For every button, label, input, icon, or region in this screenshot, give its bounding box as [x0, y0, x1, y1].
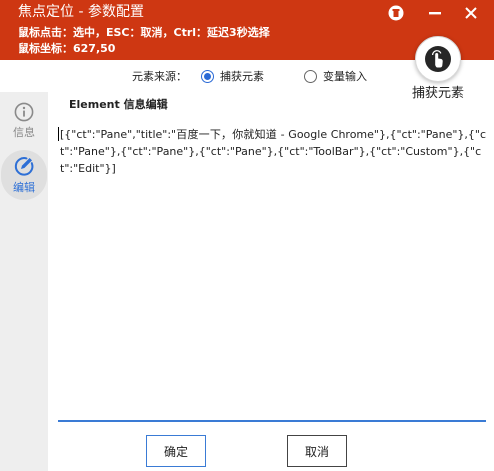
- pin-button[interactable]: [386, 3, 406, 23]
- close-icon: [465, 7, 477, 19]
- radio-unchecked-icon: [304, 69, 317, 83]
- text-cursor: [58, 127, 59, 141]
- editor-content[interactable]: [{"ct":"Pane","title":"百度一下，你就知道 - Googl…: [60, 126, 486, 177]
- pin-icon: [388, 5, 404, 21]
- radio-variable-input[interactable]: 变量输入: [304, 68, 367, 84]
- edit-icon: [14, 157, 34, 176]
- capture-element-label: 捕获元素: [411, 86, 464, 101]
- info-icon: [14, 102, 34, 122]
- minimize-button[interactable]: [425, 3, 445, 23]
- radio-variable-input-label: 变量输入: [323, 70, 367, 83]
- sidebar-item-label: 信息: [13, 126, 35, 139]
- mouse-coordinates: 鼠标坐标：627,50: [18, 42, 116, 55]
- capture-element-button[interactable]: [415, 36, 461, 82]
- editor-title: Element 信息编辑: [69, 98, 168, 111]
- sidebar-item-info[interactable]: 信息: [0, 96, 48, 146]
- sidebar-item-label: 编辑: [13, 181, 35, 194]
- cancel-button[interactable]: 取消: [287, 435, 347, 467]
- sidebar-item-edit[interactable]: 编辑: [0, 150, 48, 200]
- radio-checked-icon: [201, 69, 214, 83]
- hint-text: 鼠标点击：选中，ESC：取消，Ctrl：延迟3秒选择: [18, 26, 270, 39]
- minimize-icon: [429, 12, 441, 15]
- ok-button[interactable]: 确定: [146, 435, 206, 467]
- element-source-label: 元素来源：: [132, 70, 187, 83]
- hand-pointer-icon: [425, 46, 451, 72]
- window-title: 焦点定位 - 参数配置: [18, 4, 144, 20]
- radio-capture-element[interactable]: 捕获元素: [201, 68, 264, 84]
- radio-capture-element-label: 捕获元素: [220, 70, 264, 83]
- close-button[interactable]: [461, 3, 481, 23]
- element-info-editor[interactable]: [{"ct":"Pane","title":"百度一下，你就知道 - Googl…: [58, 118, 486, 422]
- element-source-group: 元素来源： 捕获元素 变量输入: [132, 67, 367, 85]
- sidebar: 信息 编辑: [0, 92, 48, 471]
